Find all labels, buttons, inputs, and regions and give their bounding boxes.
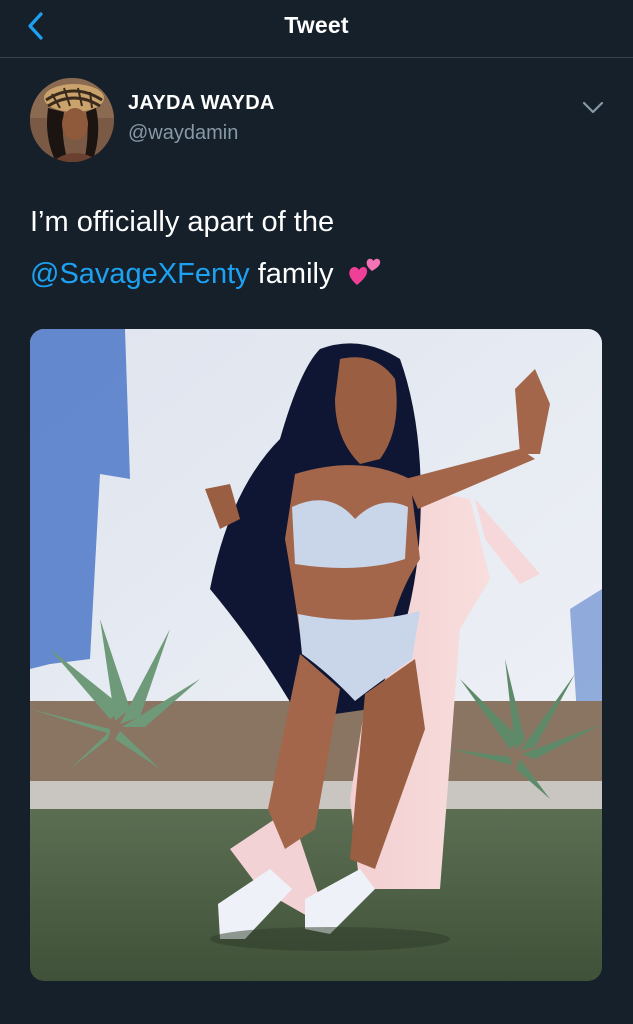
tweet-photo[interactable]	[30, 329, 602, 981]
author-handle[interactable]: @waydamin	[128, 122, 238, 145]
tweet-text: I’m officially apart of the @SavageXFent…	[30, 196, 600, 300]
page-title: Tweet	[284, 12, 349, 38]
author-display-name[interactable]: JAYDA WAYDA	[128, 92, 275, 115]
tweet-text-start: I’m officially apart of the	[30, 206, 335, 238]
two-hearts-icon	[348, 259, 380, 286]
avatar[interactable]	[30, 78, 114, 162]
mention-link[interactable]: @SavageXFenty	[30, 258, 250, 290]
more-options-button[interactable]	[580, 96, 606, 120]
tweet-header: JAYDA WAYDA @waydamin	[30, 78, 610, 162]
chevron-down-icon	[582, 101, 604, 114]
tweet-text-end: family	[249, 258, 334, 290]
top-bar: Tweet	[0, 0, 633, 58]
